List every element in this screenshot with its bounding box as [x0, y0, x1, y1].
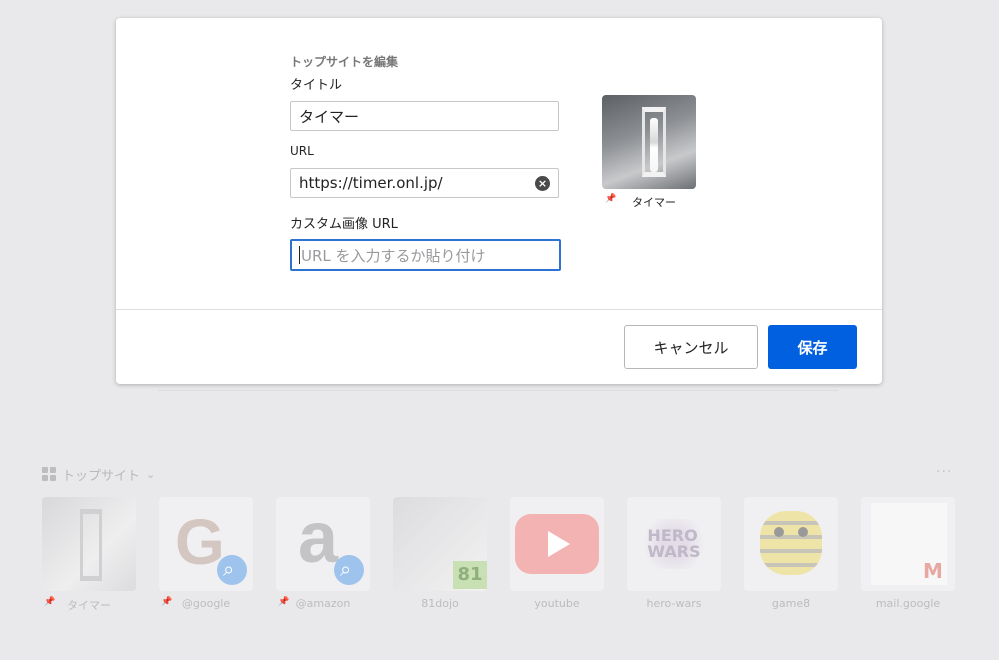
tile-label: youtube	[534, 597, 580, 610]
url-input[interactable]: https://timer.onl.jp/ ×	[290, 168, 559, 198]
hourglass-thumbnail	[42, 497, 136, 591]
tile-label: 81dojo	[421, 597, 459, 610]
dialog-title: トップサイトを編集	[290, 55, 399, 69]
tile-preview-image	[602, 95, 696, 189]
top-site-tile-game8[interactable]: game8	[744, 497, 838, 610]
gmail-icon: M	[861, 497, 955, 591]
text-caret	[299, 246, 300, 264]
search-icon	[217, 555, 247, 585]
custom-image-url-placeholder: URL を入力するか貼り付け	[301, 246, 486, 265]
google-icon: G	[159, 497, 253, 591]
hero-wars-icon: HERO WARS	[627, 497, 721, 591]
cancel-button[interactable]: キャンセル	[624, 325, 758, 369]
bee-icon	[744, 497, 838, 591]
chevron-down-icon: ⌄	[146, 467, 156, 481]
pin-icon: 📌	[161, 597, 173, 607]
grid-icon	[42, 467, 56, 481]
url-input-value: https://timer.onl.jp/	[299, 174, 443, 192]
tile-preview-title: タイマー	[632, 196, 676, 209]
title-label: タイトル	[290, 78, 343, 93]
top-sites-title: トップサイト	[62, 468, 141, 484]
81dojo-icon: 81	[453, 561, 487, 589]
search-icon	[334, 555, 364, 585]
dialog-shadow-edge	[158, 384, 838, 391]
top-site-tile-google[interactable]: G 📌 @google	[159, 497, 253, 610]
top-site-tile-amazon[interactable]: a 📌 @amazon	[276, 497, 370, 610]
tile-label: mail.google	[875, 597, 941, 610]
pin-icon: 📌	[44, 597, 56, 607]
clear-icon[interactable]: ×	[535, 176, 550, 191]
tile-label: タイマー	[67, 599, 111, 612]
top-site-tile-mail-google[interactable]: M mail.google	[861, 497, 955, 610]
tile-label: game8	[771, 597, 811, 610]
top-site-tile-timer[interactable]: 📌 タイマー	[42, 497, 136, 613]
tile-label: @google	[181, 597, 231, 610]
save-button[interactable]: 保存	[768, 325, 857, 369]
top-site-tile-hero-wars[interactable]: HERO WARS hero-wars	[627, 497, 721, 610]
pin-icon: 📌	[605, 194, 617, 204]
custom-image-url-input[interactable]: URL を入力するか貼り付け	[290, 239, 561, 271]
hourglass-icon	[642, 107, 666, 177]
edit-top-site-dialog: トップサイトを編集 タイトル タイマー URL https://timer.on…	[116, 18, 882, 384]
pin-icon: 📌	[278, 597, 290, 607]
dialog-divider	[116, 309, 882, 310]
tile-label: @amazon	[295, 597, 351, 610]
amazon-icon: a	[276, 497, 370, 591]
top-sites-header[interactable]: トップサイト ⌄	[42, 465, 156, 484]
screenshot-thumbnail: 81	[393, 497, 487, 591]
youtube-icon	[510, 497, 604, 591]
url-label: URL	[290, 144, 314, 158]
custom-image-url-label: カスタム画像 URL	[290, 217, 398, 232]
tile-label: hero-wars	[646, 597, 702, 610]
top-site-tile-81dojo[interactable]: 81 81dojo	[393, 497, 487, 610]
top-site-tile-youtube[interactable]: youtube	[510, 497, 604, 610]
title-input-value: タイマー	[299, 107, 360, 126]
title-input[interactable]: タイマー	[290, 101, 559, 131]
more-options-icon[interactable]: ···	[936, 464, 952, 480]
